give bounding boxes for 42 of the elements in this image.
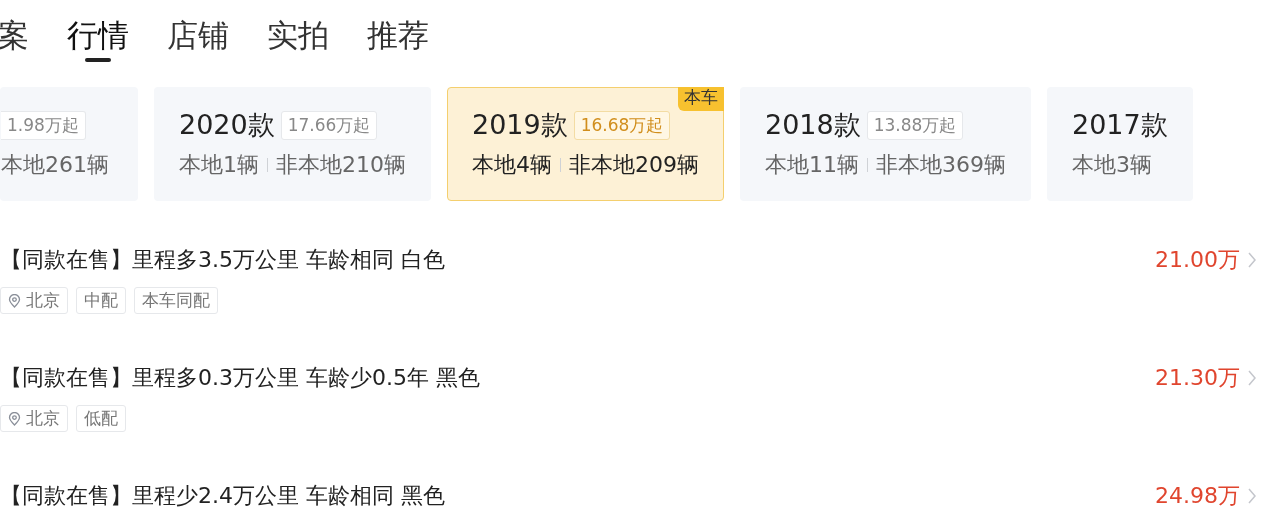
local-count: 本地1辆	[179, 151, 259, 179]
spec-tag: 本车同配	[134, 287, 218, 314]
nonlocal-count: 非本地369辆	[876, 151, 1006, 179]
starting-price: 17.66万起	[280, 110, 378, 140]
listing-title[interactable]: 【同款在售】里程少2.4万公里 车龄相同 黑色	[0, 481, 445, 511]
chevron-right-icon[interactable]	[1248, 252, 1256, 268]
listing-title[interactable]: 【同款在售】里程多3.5万公里 车龄相同 白色	[0, 245, 445, 275]
location-tag: 北京	[0, 405, 68, 432]
listing-title[interactable]: 【同款在售】里程多0.3万公里 车龄少0.5年 黑色	[0, 363, 480, 393]
chevron-right-icon[interactable]	[1248, 488, 1256, 504]
model-year-card[interactable]: 2017款 本地3辆	[1047, 87, 1193, 201]
nonlocal-count: 本地261辆	[1, 151, 109, 179]
local-count: 本地3辆	[1072, 151, 1152, 179]
model-year-card[interactable]: 本车 2019款 16.68万起 本地4辆 非本地209辆	[447, 87, 724, 201]
starting-price: 1.98万起	[1, 110, 86, 140]
listing-price: 21.00万	[1155, 246, 1240, 274]
location-pin-icon	[8, 411, 21, 426]
current-car-badge: 本车	[678, 87, 724, 111]
listing-price: 24.98万	[1155, 482, 1240, 510]
model-year-card[interactable]: 1.98万起 本地261辆	[0, 87, 138, 201]
nonlocal-count: 非本地209辆	[569, 151, 699, 179]
local-count: 本地4辆	[472, 151, 552, 179]
model-year: 2018款	[765, 108, 861, 142]
location-pin-icon	[8, 293, 21, 308]
model-year-card[interactable]: 2020款 17.66万起 本地1辆 非本地210辆	[154, 87, 431, 201]
starting-price: 13.88万起	[866, 110, 964, 140]
tab[interactable]: 推荐	[367, 18, 429, 63]
model-year-card[interactable]: 2018款 13.88万起 本地11辆 非本地369辆	[740, 87, 1031, 201]
starting-price: 16.68万起	[573, 110, 671, 140]
listing-price: 21.30万	[1155, 364, 1240, 392]
local-count: 本地11辆	[765, 151, 859, 179]
tab[interactable]: 店铺	[167, 18, 229, 63]
model-year: 2017款	[1072, 108, 1168, 142]
location-tag: 北京	[0, 287, 68, 314]
spec-tag: 低配	[76, 405, 126, 432]
spec-tag: 中配	[76, 287, 126, 314]
nonlocal-count: 非本地210辆	[276, 151, 406, 179]
model-year: 2020款	[179, 108, 275, 142]
tab[interactable]: 行情	[67, 18, 129, 63]
tab[interactable]: 实拍	[267, 18, 329, 63]
chevron-right-icon[interactable]	[1248, 370, 1256, 386]
model-year: 2019款	[472, 108, 568, 142]
